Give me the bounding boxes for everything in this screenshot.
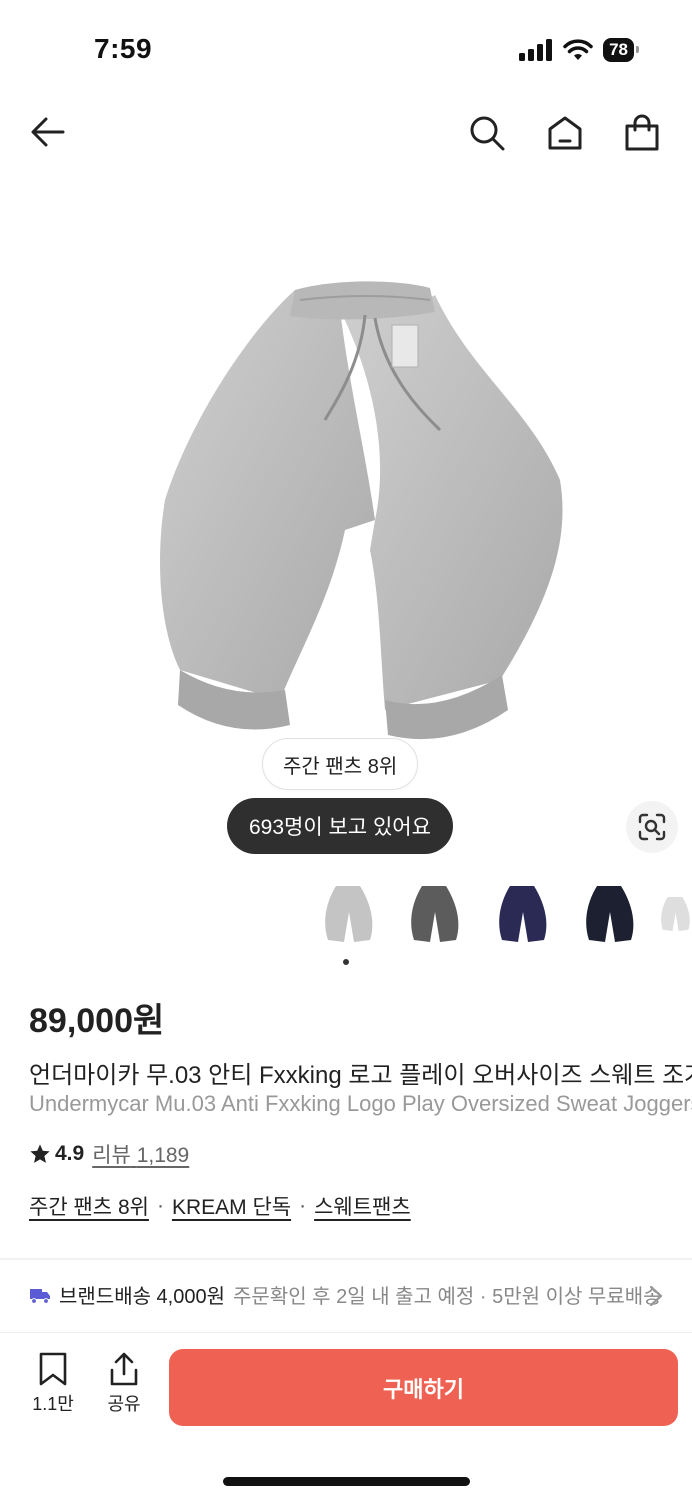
rating-row: 4.9 리뷰 1,189: [29, 1139, 189, 1169]
color-thumbnail[interactable]: [572, 872, 646, 956]
review-label: 리뷰: [92, 1144, 131, 1167]
color-thumbnail[interactable]: [658, 872, 692, 956]
shipping-brand: 브랜드배송 4,000원: [59, 1286, 226, 1308]
star-icon: [30, 1144, 50, 1163]
carousel-indicator: [343, 959, 349, 965]
signal-icon: [519, 39, 553, 61]
product-image[interactable]: [130, 270, 580, 750]
color-thumbnail[interactable]: [485, 872, 559, 956]
back-button[interactable]: [28, 112, 68, 152]
bottom-bar-divider: [0, 1332, 692, 1333]
weekly-rank-badge: 주간 팬츠 8위: [262, 738, 419, 790]
section-divider: [0, 1258, 692, 1260]
cart-button[interactable]: [622, 113, 662, 153]
arrow-left-icon: [31, 117, 65, 147]
share-icon: [110, 1352, 138, 1386]
color-thumbnail[interactable]: [311, 872, 385, 956]
chevron-right-icon: [649, 1285, 663, 1307]
battery-indicator: 78: [603, 38, 639, 62]
shopping-bag-icon: [625, 114, 659, 151]
save-button[interactable]: 1.1만: [27, 1352, 79, 1416]
product-tags: 주간 팬츠 8위 · KREAM 단독 · 스웨트팬츠: [29, 1191, 411, 1221]
tag-category[interactable]: 스웨트팬츠: [314, 1191, 411, 1221]
lens-scan-icon: [638, 813, 666, 841]
share-button[interactable]: 공유: [98, 1352, 150, 1416]
rating-score: 4.9: [55, 1142, 85, 1165]
search-button[interactable]: [467, 113, 507, 153]
save-count: 1.1만: [32, 1394, 74, 1414]
tag-separator: ·: [299, 1194, 307, 1217]
color-thumbnail[interactable]: [397, 872, 471, 956]
product-price: 89,000원: [29, 1002, 165, 1040]
truck-icon: [30, 1288, 50, 1304]
review-count: 1,189: [136, 1144, 190, 1167]
share-label: 공유: [107, 1394, 141, 1414]
image-search-button[interactable]: [626, 801, 678, 853]
search-icon: [470, 116, 505, 151]
shipping-info-row[interactable]: 브랜드배송 4,000원 주문확인 후 2일 내 출고 예정 · 5만원 이상 …: [29, 1280, 669, 1309]
bookmark-icon: [39, 1352, 67, 1386]
wifi-icon: [563, 39, 593, 60]
home-icon: [548, 116, 582, 150]
home-indicator: [223, 1477, 470, 1486]
product-title-korean: 언더마이카 무.03 안티 Fxxking 로고 플레이 오버사이즈 스웨트 조…: [29, 1062, 692, 1089]
product-title-english: Undermycar Mu.03 Anti Fxxking Logo Play …: [29, 1091, 692, 1116]
status-icons: 78: [519, 38, 639, 62]
status-time: 7:59: [94, 33, 153, 64]
shipping-detail: 주문확인 후 2일 내 출고 예정 · 5만원 이상 무료배송: [233, 1286, 662, 1308]
tag-kream-exclusive[interactable]: KREAM 단독: [172, 1191, 291, 1221]
review-link[interactable]: 리뷰 1,189: [92, 1139, 189, 1169]
buy-button[interactable]: 구매하기: [169, 1349, 678, 1426]
tag-weekly-rank[interactable]: 주간 팬츠 8위: [29, 1191, 149, 1221]
home-button[interactable]: [545, 113, 585, 153]
tag-separator: ·: [156, 1194, 164, 1217]
viewer-count-badge: 693명이 보고 있어요: [227, 798, 453, 854]
